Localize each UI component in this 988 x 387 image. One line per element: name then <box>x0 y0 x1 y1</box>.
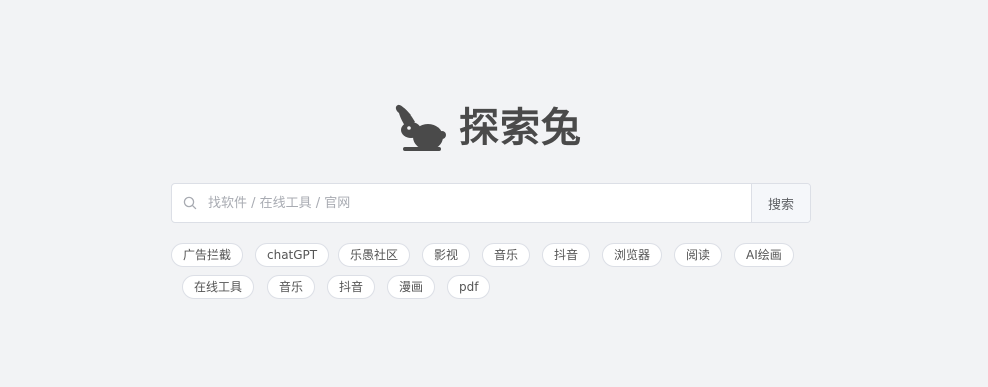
tag-douyin[interactable]: 抖音 <box>542 243 591 267</box>
tag-video[interactable]: 影视 <box>422 243 471 267</box>
tag-music[interactable]: 音乐 <box>482 243 531 267</box>
brand-header: 探索兔 <box>395 102 582 154</box>
tag-online-tools[interactable]: 在线工具 <box>182 275 255 299</box>
tag-douyin-2[interactable]: 抖音 <box>327 275 376 299</box>
tag-ai-painting[interactable]: AI绘画 <box>734 243 794 267</box>
rabbit-icon <box>395 104 446 151</box>
search-button[interactable]: 搜索 <box>751 184 810 222</box>
search-icon <box>172 184 208 222</box>
search-input[interactable] <box>208 184 751 222</box>
tag-ad-block[interactable]: 广告拦截 <box>171 243 244 267</box>
search-box: 搜索 <box>171 183 811 223</box>
tag-leyu-community[interactable]: 乐愚社区 <box>338 243 411 267</box>
tag-reading[interactable]: 阅读 <box>674 243 723 267</box>
site-title: 探索兔 <box>459 105 582 151</box>
tag-chatgpt[interactable]: chatGPT <box>255 243 330 267</box>
tag-pdf[interactable]: pdf <box>447 275 491 299</box>
tag-browser[interactable]: 浏览器 <box>602 243 663 267</box>
tag-music-2[interactable]: 音乐 <box>267 275 316 299</box>
tag-comics[interactable]: 漫画 <box>387 275 436 299</box>
